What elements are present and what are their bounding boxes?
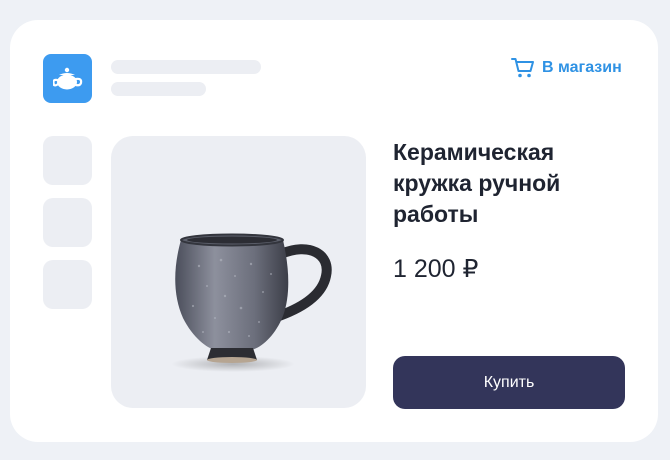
store-logo[interactable]	[43, 54, 92, 103]
buy-button[interactable]: Купить	[393, 356, 625, 409]
gallery-thumbnail[interactable]	[43, 198, 92, 247]
teapot-icon	[52, 67, 82, 89]
gallery-thumbnail[interactable]	[43, 136, 92, 185]
gallery-thumbnail[interactable]	[43, 260, 92, 309]
store-name-placeholder	[111, 60, 261, 74]
store-subtitle-placeholder	[111, 82, 206, 96]
go-to-shop-label: В магазин	[542, 59, 622, 76]
cart-icon	[511, 58, 534, 78]
product-title: Керамическая кружка ручной работы	[393, 139, 561, 227]
ceramic-mug-image	[171, 233, 332, 372]
go-to-shop-link[interactable]: В магазин	[511, 56, 622, 80]
product-price: 1 200 ₽	[393, 255, 479, 283]
product-image[interactable]	[111, 136, 366, 408]
